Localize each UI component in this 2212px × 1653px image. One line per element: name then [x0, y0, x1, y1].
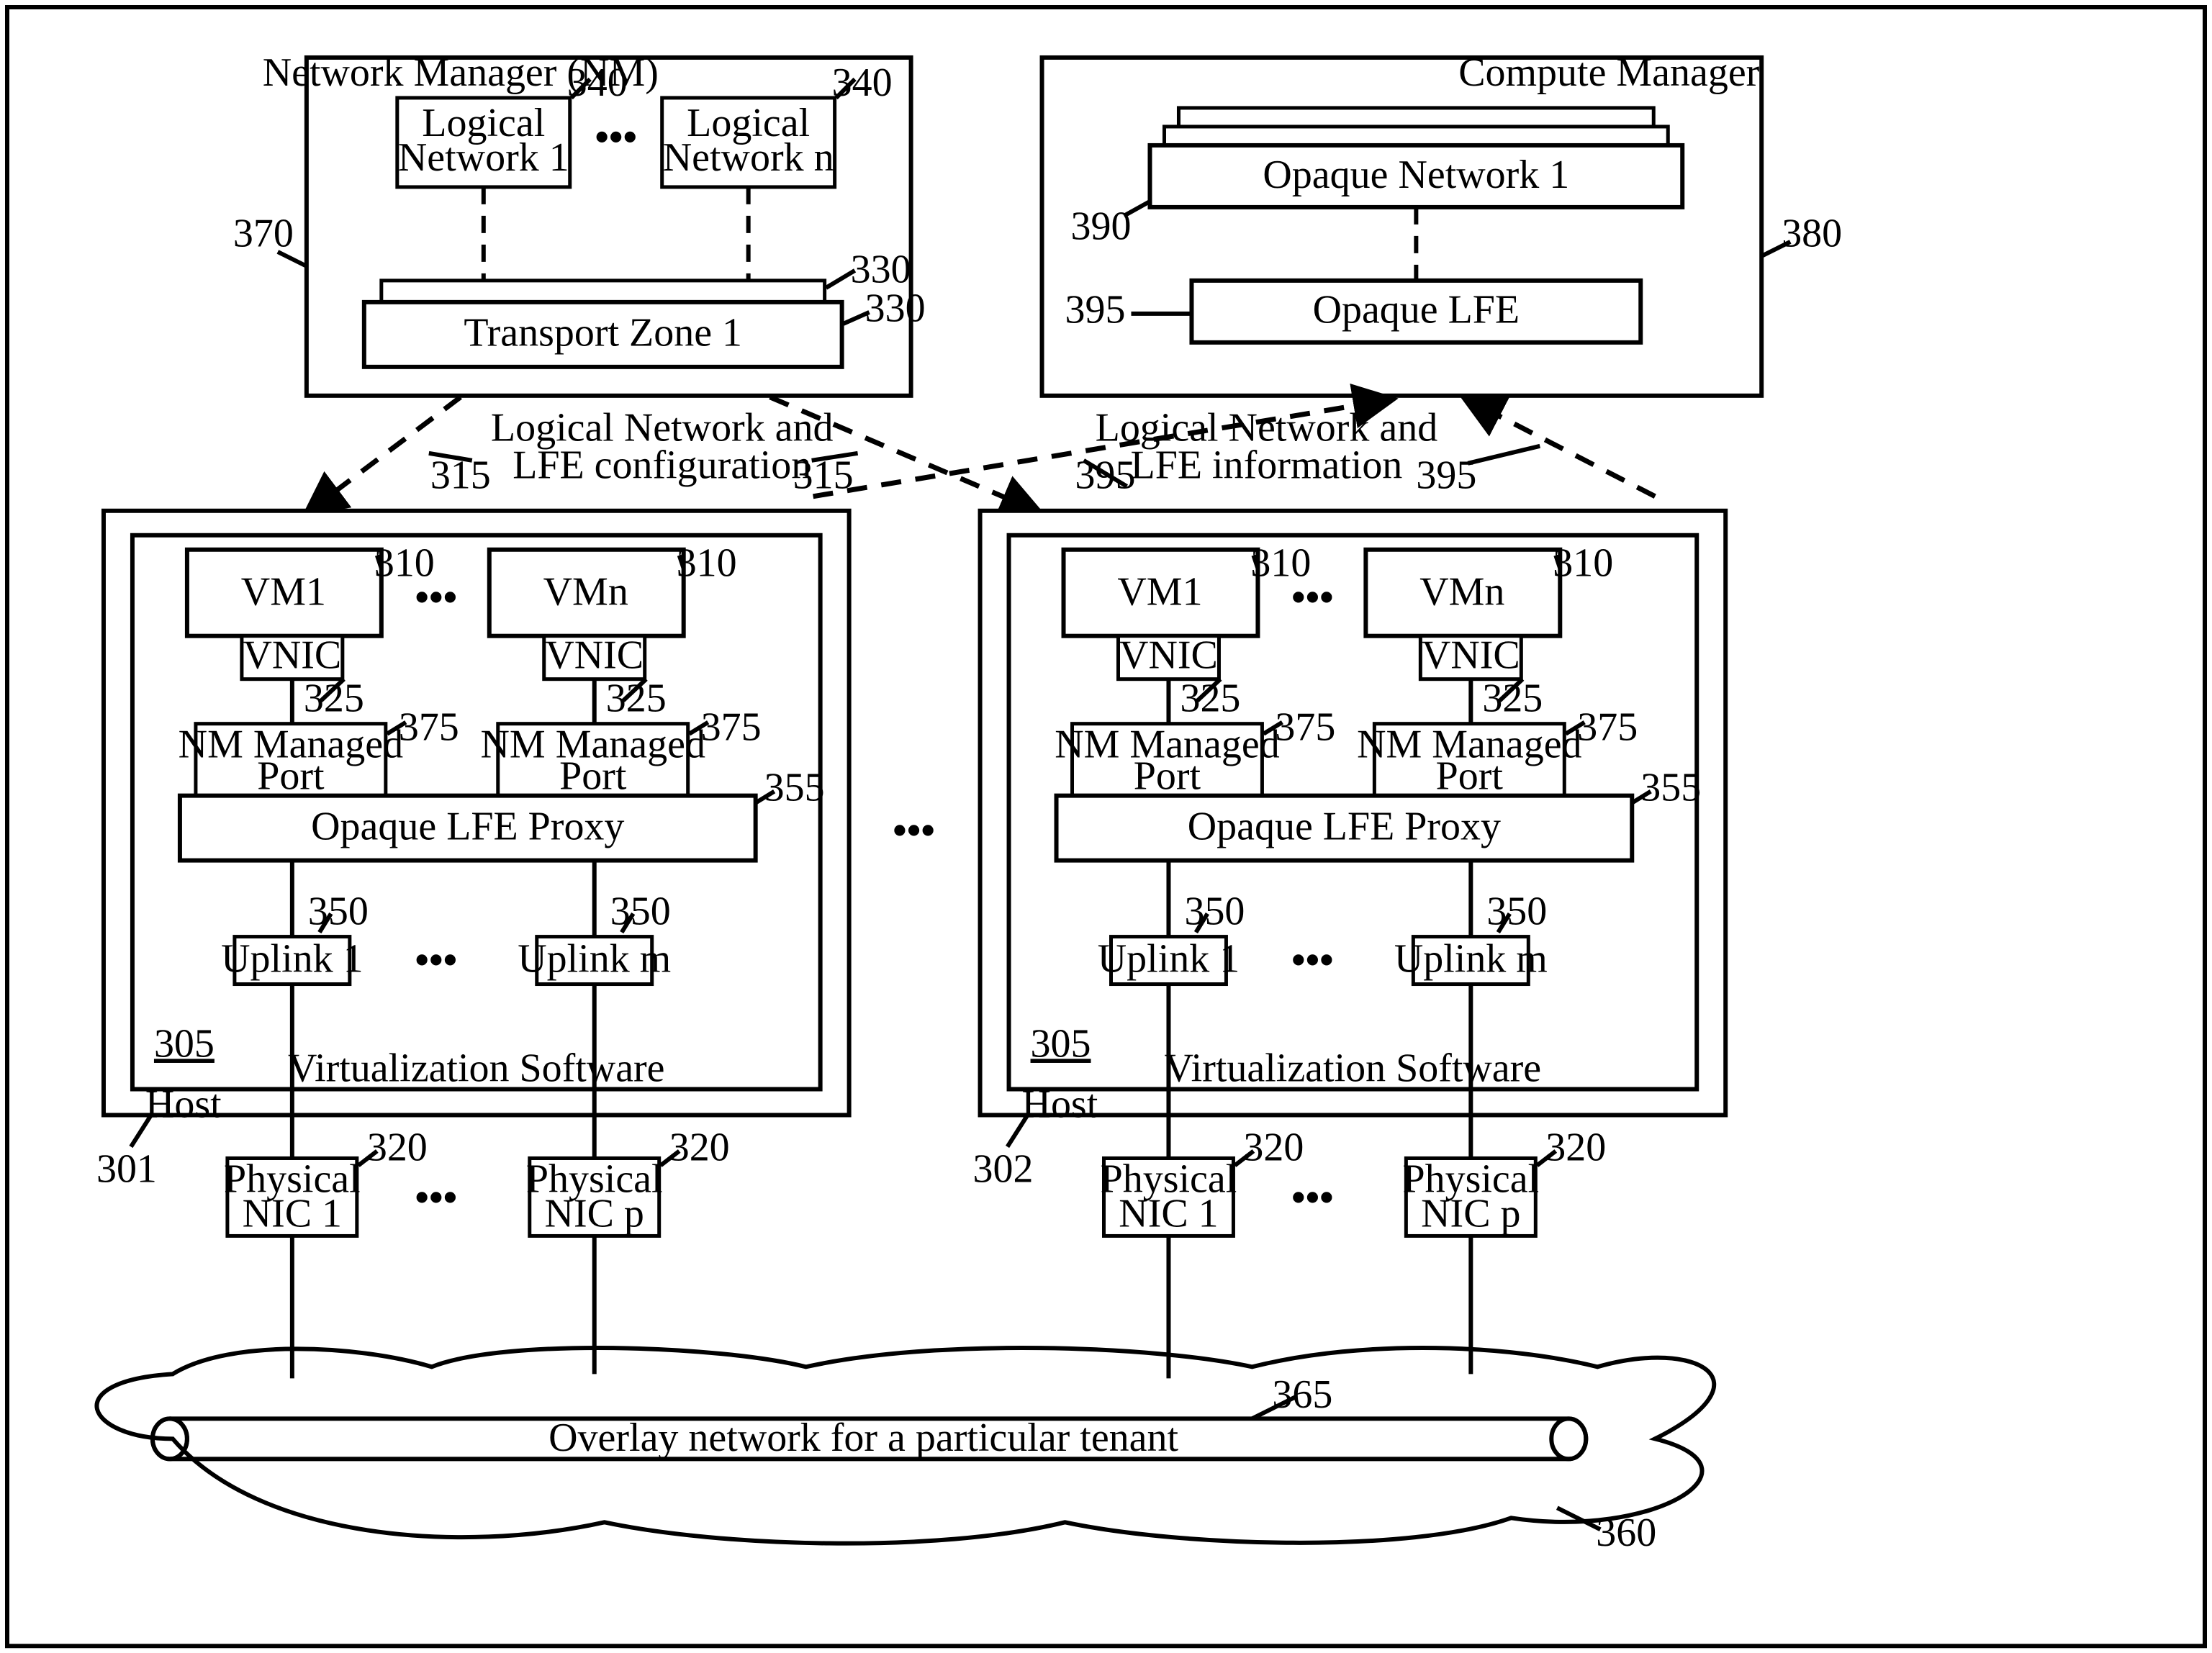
midleft-l2: LFE configuration	[513, 443, 811, 488]
svg-text:•••: •••	[1291, 1175, 1334, 1220]
svg-text:VNIC: VNIC	[1422, 633, 1520, 678]
on-label: Opaque Network 1	[1263, 153, 1569, 197]
svg-text:325: 325	[1180, 676, 1240, 721]
h1-vm1-l: VM1	[241, 570, 326, 615]
svg-text:VNIC: VNIC	[1119, 633, 1218, 678]
network-manager-group: Network Manager (NM) Logical Network 1 3…	[233, 50, 926, 396]
svg-text:•••: •••	[1291, 938, 1334, 982]
h1-pnicp-ref: 320	[669, 1125, 730, 1169]
svg-text:320: 320	[1243, 1125, 1304, 1169]
svg-text:325: 325	[1482, 676, 1543, 721]
svg-text:NIC p: NIC p	[1421, 1191, 1520, 1236]
h1-vnicn-l: VNIC	[545, 633, 644, 678]
overlay-label: Overlay network for a particular tenant	[549, 1416, 1178, 1460]
h1-up1-ref: 350	[308, 889, 369, 933]
tz-ref-b: 330	[865, 286, 926, 331]
h1-proxy-ref: 355	[764, 765, 825, 810]
diagram-root: Network Manager (NM) Logical Network 1 3…	[0, 0, 2212, 1653]
h1-vmn-ref: 310	[677, 541, 737, 586]
svg-text:375: 375	[1275, 705, 1335, 750]
host1-vs: Virtualization Software	[288, 1046, 665, 1090]
h1-pnic1-b: NIC 1	[243, 1191, 342, 1236]
svg-text:NIC 1: NIC 1	[1119, 1191, 1218, 1236]
cm-ref: 380	[1782, 212, 1842, 256]
svg-text:VMn: VMn	[1419, 570, 1504, 615]
h1-vnicn-ref: 325	[606, 676, 667, 721]
svg-text:375: 375	[1577, 705, 1638, 750]
h1-pnic-dots: •••	[415, 1175, 457, 1220]
ln1-l2: Network 1	[398, 135, 569, 180]
lnn-l2: Network n	[663, 135, 834, 180]
on-ref: 390	[1071, 204, 1132, 249]
svg-text:350: 350	[1486, 889, 1547, 933]
ref395b: 395	[1416, 453, 1476, 498]
tz-ref-a: 330	[851, 248, 911, 292]
host1-label: Host	[145, 1082, 222, 1126]
host1-vs-ref: 305	[154, 1021, 215, 1066]
overlay-tube-ref: 365	[1272, 1372, 1332, 1417]
ln-ref-a: 340	[567, 60, 628, 105]
svg-text:•••: •••	[1291, 576, 1334, 620]
h1-pnicp-b: NIC p	[545, 1191, 644, 1236]
svg-text:310: 310	[1553, 541, 1613, 586]
host2-ref: 302	[973, 1146, 1034, 1191]
h1-upm-l: Uplink m	[518, 936, 671, 981]
tz-label: Transport Zone 1	[464, 311, 742, 355]
h1-vm-dots: •••	[415, 576, 457, 620]
h1-port1-b: Port	[257, 753, 325, 798]
svg-text:Port: Port	[1436, 753, 1504, 798]
hosts-dots: •••	[893, 808, 935, 853]
h1-up-dots: •••	[415, 938, 457, 982]
host2-label: Host	[1022, 1082, 1098, 1126]
h1-portn-b: Port	[559, 753, 627, 798]
host2-vs: Virtualization Software	[1165, 1046, 1542, 1090]
cm-title: Compute Manager	[1458, 50, 1759, 95]
host1-ref: 301	[96, 1146, 157, 1191]
h1-pnic1-ref: 320	[367, 1125, 428, 1169]
h1-vmn-l: VMn	[543, 570, 628, 615]
svg-text:Opaque LFE Proxy: Opaque LFE Proxy	[1188, 804, 1501, 848]
compute-manager-group: Compute Manager Opaque Network 1 390 Opa…	[1042, 50, 1843, 396]
h1-portn-ref: 375	[701, 705, 762, 750]
host2-vs-ref: 305	[1031, 1021, 1091, 1066]
olfe-label: Opaque LFE	[1313, 288, 1520, 332]
h1-port1-ref: 375	[399, 705, 459, 750]
h1-up1-l: Uplink 1	[221, 936, 363, 981]
svg-text:Port: Port	[1134, 753, 1201, 798]
svg-text:VM1: VM1	[1117, 570, 1202, 615]
h1-proxy-l: Opaque LFE Proxy	[311, 804, 624, 848]
svg-text:320: 320	[1545, 1125, 1606, 1169]
svg-text:Uplink 1: Uplink 1	[1098, 936, 1240, 981]
h1-vnic1-l: VNIC	[243, 633, 341, 678]
h1-upm-ref: 350	[610, 889, 671, 933]
dots-ln: •••	[595, 115, 637, 160]
ln-ref-b: 340	[832, 60, 893, 105]
overlay-cloud-ref: 360	[1596, 1511, 1656, 1555]
svg-text:Uplink m: Uplink m	[1394, 936, 1548, 981]
h1-vnic1-ref: 325	[304, 676, 364, 721]
svg-text:350: 350	[1184, 889, 1245, 933]
midright-l2: LFE information	[1131, 443, 1403, 488]
nm-ref: 370	[233, 212, 294, 256]
svg-text:355: 355	[1640, 765, 1701, 810]
olfe-ref: 395	[1065, 288, 1126, 332]
